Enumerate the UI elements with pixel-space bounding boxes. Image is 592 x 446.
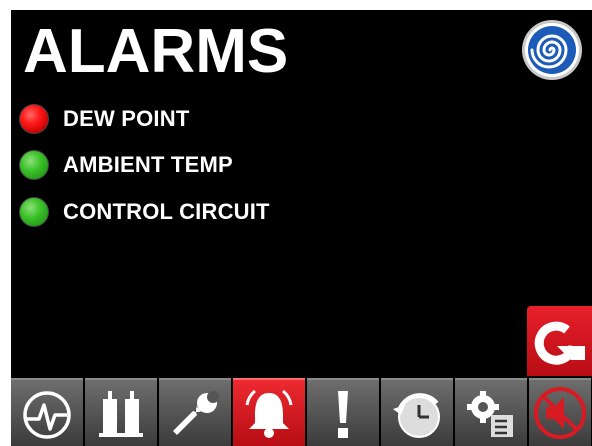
dryer-overview-button[interactable] [85, 378, 157, 446]
green-status-led-icon [19, 197, 49, 227]
alarm-label: AMBIENT TEMP [63, 152, 233, 177]
bottom-toolbar [11, 378, 592, 446]
history-button[interactable] [381, 378, 453, 446]
alarm-item-control-circuit: CONTROL CIRCUIT [19, 196, 270, 228]
alarm-item-ambient-temp: AMBIENT TEMP [19, 149, 233, 181]
speaker-muted-icon [534, 387, 586, 439]
clock-history-icon [393, 393, 440, 438]
alarm-label: CONTROL CIRCUIT [63, 199, 270, 224]
alarm-item-dew-point: DEW POINT [19, 103, 189, 135]
alarm-label: DEW POINT [63, 106, 190, 131]
alarm-bell-icon [245, 389, 293, 438]
trend-button[interactable] [11, 378, 83, 446]
hmi-screen: ALARMS DEW POINT AMBIENT TEMP CONTROL CI… [11, 10, 592, 446]
maintenance-button[interactable] [159, 378, 231, 446]
reset-arrow-icon [534, 321, 585, 365]
spiral-logo-icon[interactable] [520, 18, 584, 82]
waveform-icon [23, 391, 71, 439]
wrench-icon [173, 391, 219, 435]
green-status-led-icon [19, 150, 49, 180]
mute-button[interactable] [529, 378, 591, 446]
page-title: ALARMS [23, 17, 289, 86]
alarms-button[interactable] [233, 378, 305, 446]
dryer-towers-icon [99, 391, 143, 437]
red-status-led-icon [19, 104, 49, 134]
settings-checklist-icon [467, 391, 513, 437]
reset-button[interactable] [527, 306, 592, 376]
warnings-button[interactable] [307, 378, 379, 446]
exclamation-icon [338, 391, 348, 438]
settings-button[interactable] [455, 378, 527, 446]
